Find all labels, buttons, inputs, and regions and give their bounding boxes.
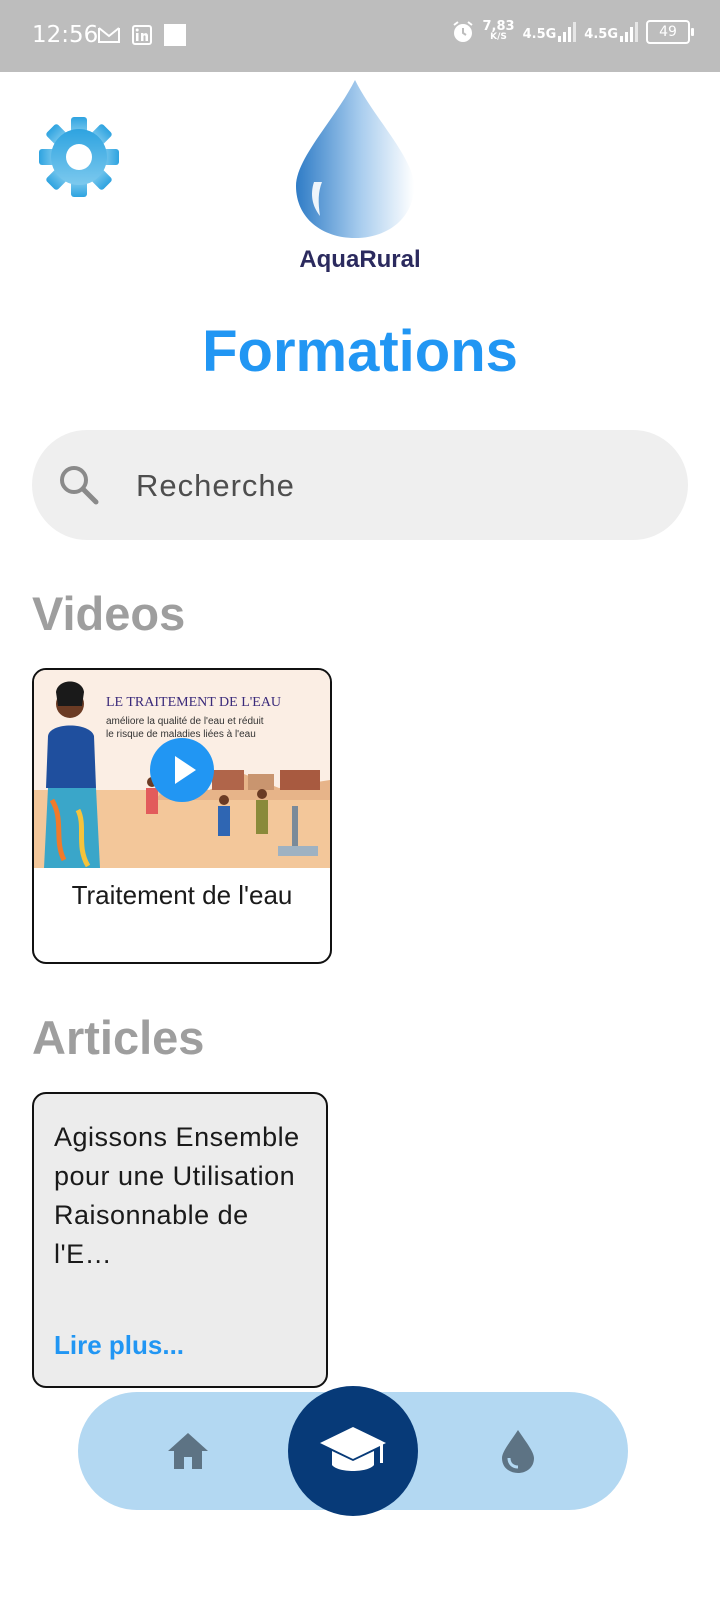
play-button[interactable]: [150, 738, 214, 802]
search-bar[interactable]: [32, 430, 688, 540]
nav-water[interactable]: [478, 1392, 558, 1510]
status-time: 12:56: [32, 22, 99, 48]
video-title: Traitement de l'eau: [71, 880, 293, 910]
gear-icon: [39, 117, 119, 197]
signal-bars-icon: [620, 22, 638, 42]
status-bar: 12:56 7,83 K/S 4.5G 4.5G 49: [0, 0, 720, 72]
water-drop-icon: [502, 1430, 534, 1473]
alarm-icon: [452, 21, 473, 42]
status-indicators: 7,83 K/S 4.5G 4.5G 49: [451, 19, 694, 44]
nav-home[interactable]: [148, 1392, 228, 1510]
articles-section-title: Articles: [32, 1011, 205, 1064]
signal-1-label: 4.5G: [522, 27, 557, 42]
home-icon: [168, 1433, 208, 1469]
signal-2: 4.5G: [584, 22, 638, 42]
gmail-icon: [98, 27, 120, 43]
thumbnail-heading: LE TRAITEMENT DE L'EAU: [106, 695, 281, 710]
signal-2-label: 4.5G: [584, 27, 618, 42]
linkedin-icon: [132, 25, 152, 45]
read-more-link[interactable]: Lire plus...: [54, 1330, 184, 1361]
videos-section-title: Videos: [32, 587, 186, 640]
settings-button[interactable]: [38, 116, 120, 198]
notification-square-icon: [164, 24, 186, 46]
signal-1: 4.5G: [523, 22, 577, 42]
article-title: Agissons Ensemble pour une Utilisation R…: [54, 1122, 300, 1269]
nav-formations[interactable]: [288, 1386, 418, 1516]
page-title: Formations: [202, 319, 518, 384]
signal-bars-icon: [558, 22, 577, 42]
notification-icons: [98, 24, 186, 46]
play-icon: [175, 756, 196, 784]
app-name: AquaRural: [299, 246, 421, 273]
article-card[interactable]: Agissons Ensemble pour une Utilisation R…: [32, 1092, 328, 1388]
search-icon: [60, 466, 99, 505]
video-card[interactable]: LE TRAITEMENT DE L'EAU améliore la quali…: [32, 668, 332, 964]
network-speed: 7,83 K/S: [482, 19, 515, 43]
battery-indicator: 49: [646, 20, 694, 44]
water-drop-logo: [296, 80, 414, 238]
search-input[interactable]: [134, 458, 658, 514]
thumbnail-line-1: améliore la qualité de l'eau et réduit: [106, 716, 264, 727]
graduation-cap-icon: [320, 1427, 386, 1471]
network-speed-value: 7,83: [482, 19, 515, 34]
